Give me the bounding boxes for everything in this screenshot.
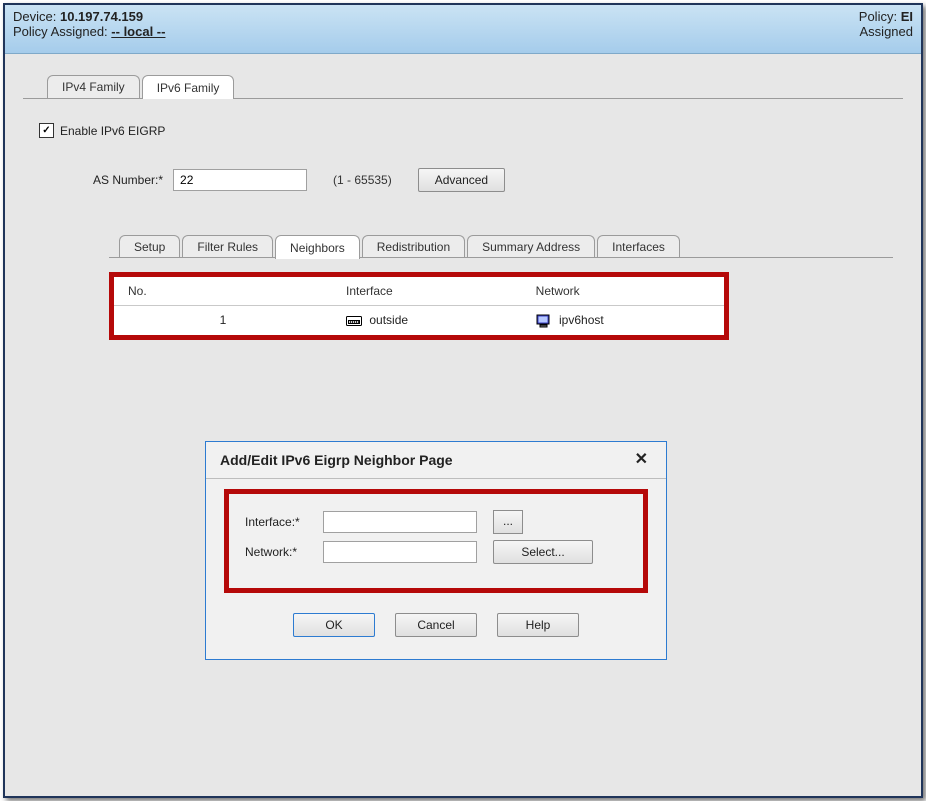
device-label: Device:	[13, 9, 56, 24]
interface-row: Interface:* ...	[245, 510, 627, 534]
col-network: Network	[522, 277, 724, 306]
advanced-button[interactable]: Advanced	[418, 168, 505, 192]
as-number-label: AS Number:*	[93, 173, 163, 187]
tab-redistribution[interactable]: Redistribution	[362, 235, 465, 258]
interface-browse-button[interactable]: ...	[493, 510, 523, 534]
sub-tabs: Setup Filter Rules Neighbors Redistribut…	[109, 232, 893, 258]
network-label: Network:*	[245, 545, 323, 559]
enable-ipv6-eigrp-checkbox[interactable]	[39, 123, 54, 138]
table-row[interactable]: 1	[114, 306, 724, 335]
policy-assigned: Policy Assigned: -- local --	[13, 24, 165, 39]
close-icon[interactable]: ✕	[631, 452, 652, 468]
table-header-row: No. Interface Network	[114, 277, 724, 306]
family-tabs: IPv4 Family IPv6 Family	[23, 72, 903, 99]
assigned-right: Assigned	[860, 24, 913, 39]
interface-icon	[346, 314, 362, 328]
policy-assigned-label: Policy Assigned:	[13, 24, 108, 39]
tab-ipv6-family[interactable]: IPv6 Family	[142, 75, 235, 99]
tab-neighbors[interactable]: Neighbors	[275, 235, 360, 259]
device-info: Device: 10.197.74.159	[13, 9, 143, 24]
dialog-fields-highlight: Interface:* ... Network:* Select...	[224, 489, 648, 593]
cancel-button[interactable]: Cancel	[395, 613, 477, 637]
cell-network: ipv6host	[522, 306, 724, 335]
ok-button[interactable]: OK	[293, 613, 375, 637]
enable-ipv6-eigrp-label: Enable IPv6 EIGRP	[60, 124, 165, 138]
dialog-footer: OK Cancel Help	[206, 593, 666, 659]
dialog-titlebar: Add/Edit IPv6 Eigrp Neighbor Page ✕	[206, 442, 666, 479]
neighbors-table: No. Interface Network 1	[114, 277, 724, 335]
interface-label: Interface:*	[245, 515, 323, 529]
device-value: 10.197.74.159	[60, 9, 143, 24]
policy-right-label: Policy:	[859, 9, 897, 24]
enable-row: Enable IPv6 EIGRP	[39, 123, 893, 138]
tab-setup[interactable]: Setup	[119, 235, 180, 258]
cell-interface: outside	[332, 306, 522, 335]
cell-interface-text: outside	[369, 313, 408, 327]
col-no: No.	[114, 277, 332, 306]
header-bar: Device: 10.197.74.159 Policy: EI Policy …	[5, 5, 921, 54]
host-icon	[536, 314, 552, 328]
select-button[interactable]: Select...	[493, 540, 593, 564]
policy-right-value: EI	[901, 9, 913, 24]
tab-interfaces[interactable]: Interfaces	[597, 235, 680, 258]
help-button[interactable]: Help	[497, 613, 579, 637]
neighbors-table-highlight: No. Interface Network 1	[109, 272, 729, 340]
as-number-input[interactable]	[173, 169, 307, 191]
cell-no: 1	[114, 306, 332, 335]
dialog-title: Add/Edit IPv6 Eigrp Neighbor Page	[220, 452, 453, 468]
app-window: Device: 10.197.74.159 Policy: EI Policy …	[3, 3, 923, 798]
policy-assigned-value: -- local --	[111, 24, 165, 39]
sub-section: Setup Filter Rules Neighbors Redistribut…	[109, 232, 893, 340]
cell-network-text: ipv6host	[559, 313, 604, 327]
interface-input[interactable]	[323, 511, 477, 533]
col-interface: Interface	[332, 277, 522, 306]
content-area: IPv4 Family IPv6 Family Enable IPv6 EIGR…	[5, 54, 921, 798]
network-input[interactable]	[323, 541, 477, 563]
tab-filter-rules[interactable]: Filter Rules	[182, 235, 273, 258]
policy-right: Policy: EI	[859, 9, 913, 24]
network-row: Network:* Select...	[245, 540, 627, 564]
as-number-range: (1 - 65535)	[333, 173, 392, 187]
as-number-row: AS Number:* (1 - 65535) Advanced	[93, 168, 893, 192]
tab-ipv4-family[interactable]: IPv4 Family	[47, 75, 140, 98]
tab-summary-address[interactable]: Summary Address	[467, 235, 595, 258]
ipv6-panel: Enable IPv6 EIGRP AS Number:* (1 - 65535…	[23, 99, 903, 340]
add-edit-neighbor-dialog: Add/Edit IPv6 Eigrp Neighbor Page ✕ Inte…	[205, 441, 667, 660]
